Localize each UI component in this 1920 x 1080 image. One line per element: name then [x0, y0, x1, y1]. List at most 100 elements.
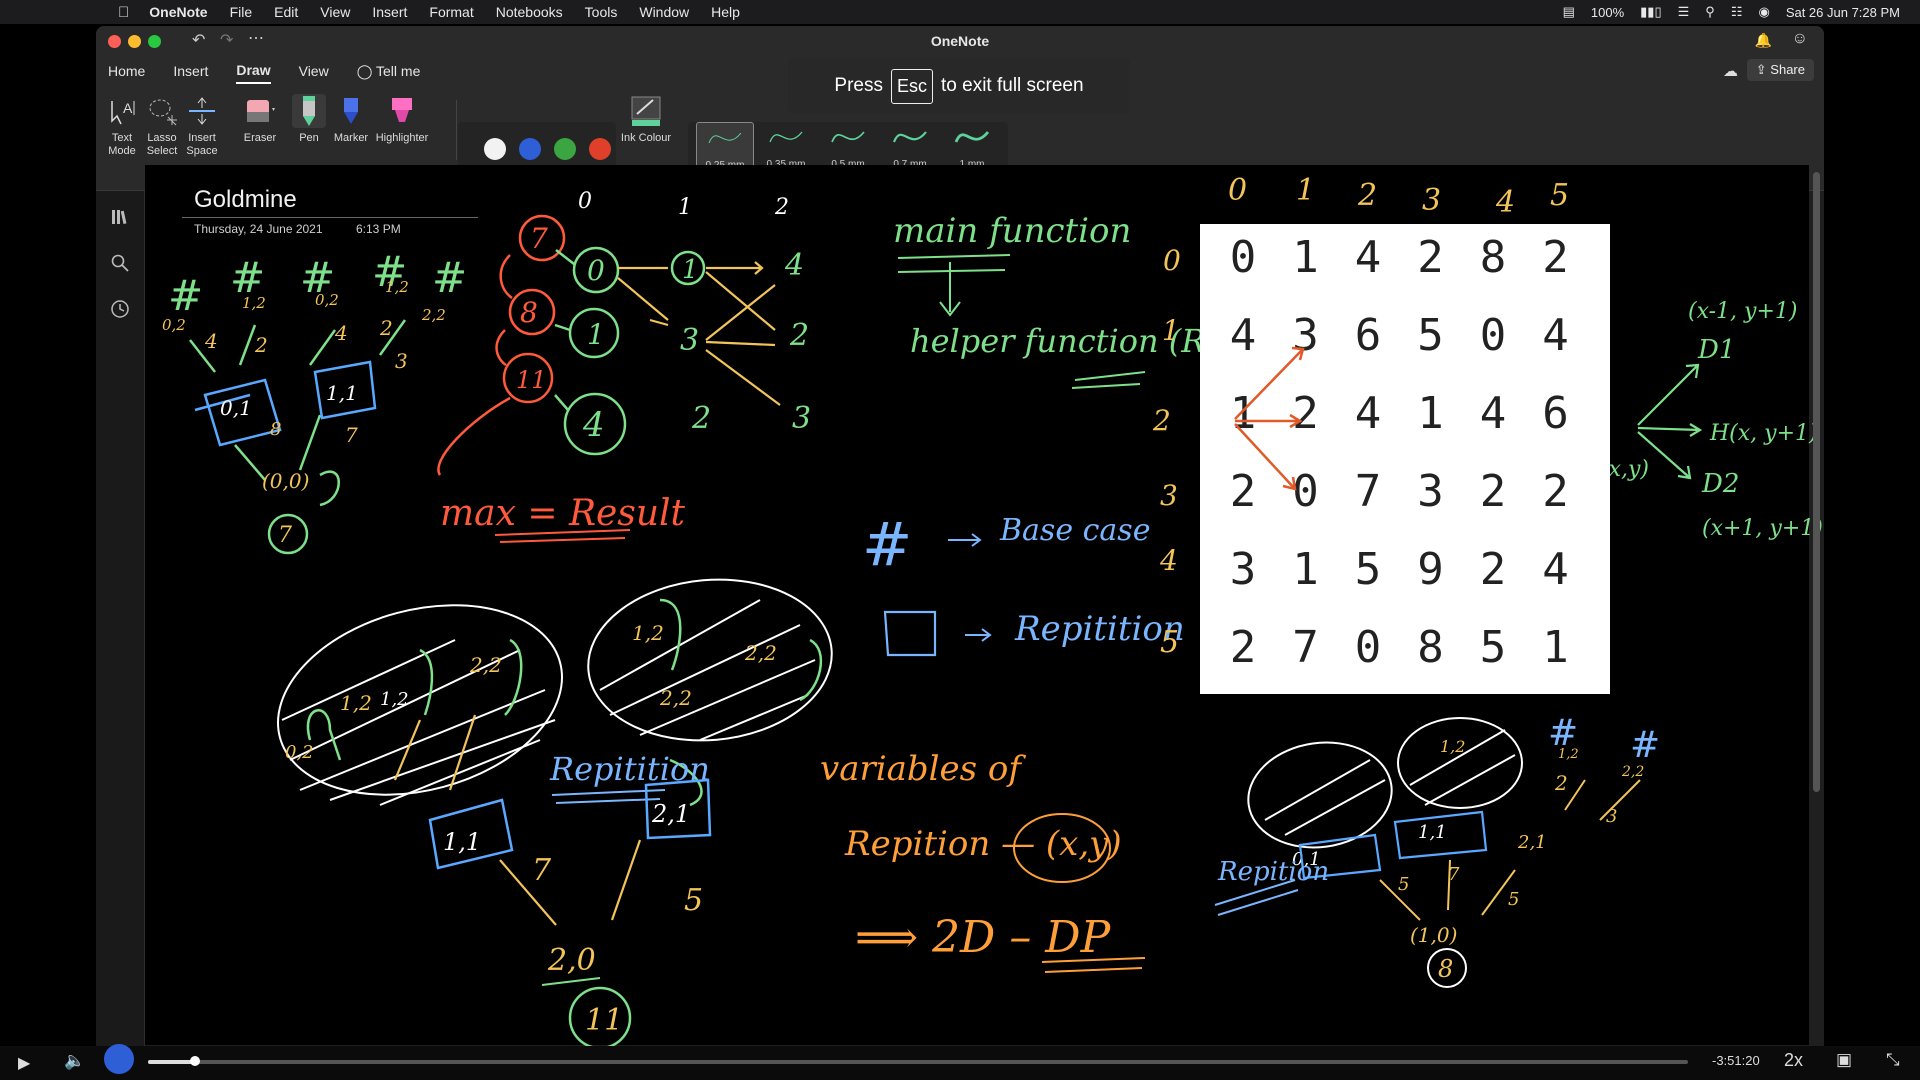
tree-right-value: 1 — [682, 255, 699, 285]
picture-in-picture-icon[interactable]: ▣ — [1836, 1050, 1852, 1070]
right-tree-number: 2 — [1554, 771, 1568, 795]
tree-number: 3 — [395, 349, 408, 373]
grid-ink-arrows — [1234, 346, 1305, 491]
two-d-dp-text: ⟹ 2D – DP — [855, 912, 1112, 963]
repetition-underline — [551, 789, 666, 804]
toast-exit-text: to exit full screen — [941, 75, 1084, 96]
seek-thumb[interactable] — [190, 1056, 200, 1066]
right-tree-number: 5 — [1508, 889, 1519, 910]
tree-leaf-label: 1,2 — [385, 278, 409, 296]
grid-row-header: 3 — [1160, 479, 1178, 512]
blob-right-label: 1,2 — [632, 621, 664, 645]
tree-number: 2 — [254, 333, 268, 357]
right-tree-label: 2,2 — [1621, 764, 1644, 780]
mini-col-header: 2 — [774, 195, 789, 220]
blob-left-label: 2,2 — [469, 653, 502, 677]
left-tree-root: (0,0) — [262, 469, 309, 493]
tree-leaf-label: 0,2 — [315, 291, 339, 309]
ink-layer: # # # # # 0,2 1,2 0,2 1,2 2,2 4 2 4 2 3 … — [162, 173, 1823, 1050]
tree-leaf-label: 2,2 — [421, 306, 446, 324]
presenter-avatar — [104, 1044, 134, 1074]
blob-right — [587, 578, 833, 742]
right-tree-root: (1,0) — [1410, 923, 1457, 947]
blob-left-label: 1,2 — [340, 691, 372, 715]
tree-box-label: 0,1 — [220, 396, 252, 420]
grid-row-header: 0 — [1163, 244, 1181, 277]
right-tree-label: 1,2 — [1558, 747, 1579, 762]
repetition-xy-text: Repition — (x,y) — [844, 824, 1122, 864]
tree-mid-value: 0 — [587, 254, 605, 287]
grid-col-header: 5 — [1550, 178, 1569, 213]
grid-col-header: 1 — [1296, 173, 1315, 208]
tree-leaf-label: 1,2 — [242, 294, 266, 312]
tree-number: 2 — [379, 316, 393, 340]
mini-col-header: 0 — [578, 189, 592, 214]
hash-legend-symbol: # — [862, 510, 912, 580]
tree-number: 4 — [334, 321, 348, 345]
hash-mark: # — [432, 253, 467, 302]
blob-right-label: 2,2 — [659, 686, 692, 710]
fullscreen-exit-toast: Press Esc to exit full screen — [788, 58, 1130, 114]
blob-left — [277, 604, 563, 806]
playback-speed-button[interactable]: 2x — [1784, 1050, 1803, 1071]
grid-row-header: 1 — [1162, 314, 1180, 347]
right-tree-label: 1,1 — [1418, 822, 1447, 843]
seek-bar[interactable] — [148, 1060, 1688, 1064]
mid-number: 7 — [532, 853, 552, 888]
tree-number: 4 — [204, 329, 218, 353]
right-tree-number: 5 — [1398, 874, 1409, 895]
right-tree-label: 2,1 — [1517, 832, 1547, 853]
mini-col-header: 1 — [678, 195, 692, 220]
right-tree-result: 8 — [1438, 955, 1453, 983]
grid-col-header: 4 — [1495, 185, 1515, 220]
time-remaining: -3:51:20 — [1712, 1053, 1760, 1068]
grid-col-header: 3 — [1422, 183, 1441, 218]
main-to-helper-arrow — [897, 254, 1011, 317]
tree-top-value: 7 — [530, 222, 548, 255]
vertical-scrollbar[interactable] — [1813, 172, 1820, 792]
hash-mark: # — [168, 271, 203, 320]
exit-fullscreen-icon[interactable]: ⤡ — [1886, 1050, 1900, 1070]
tree-right-value: 4 — [784, 248, 804, 283]
right-tree-label: 1,2 — [1440, 737, 1465, 756]
tree-right-value: 3 — [680, 323, 699, 358]
volume-icon[interactable]: 🔈 — [64, 1051, 85, 1071]
blob-right-label: 2,2 — [744, 641, 777, 665]
esc-key-badge: Esc — [890, 68, 933, 104]
left-tree-strokes — [189, 319, 407, 555]
play-icon[interactable]: ▶ — [18, 1053, 30, 1073]
grid-row-header: 5 — [1160, 625, 1179, 660]
blob-left-label: 0,2 — [285, 742, 314, 763]
toast-press-text: Press — [834, 75, 883, 96]
tree-leaf-label: 0,2 — [162, 316, 186, 334]
hash-mark: # — [1630, 725, 1660, 766]
direction-label: (x+1, y+1) — [1702, 516, 1823, 541]
blob-left-label: 1,2 — [380, 689, 409, 710]
right-blobs — [1247, 717, 1523, 849]
right-repetition-label: Repition — [1217, 857, 1329, 887]
main-function-text: main function — [893, 211, 1131, 251]
direction-label: (x-1, y+1) — [1688, 299, 1797, 324]
helper-underline — [1071, 371, 1146, 389]
seek-progress — [148, 1060, 193, 1064]
grid-col-header: 0 — [1228, 173, 1247, 208]
repetition-box-symbol — [883, 610, 937, 657]
grid-col-header: 2 — [1357, 178, 1377, 213]
grid-row-header: 2 — [1152, 404, 1171, 437]
legend-arrow — [965, 628, 992, 642]
bottom-result: 11 — [585, 1003, 623, 1038]
variables-of-text: variables of — [820, 749, 1026, 789]
mid-box-label: 1,1 — [443, 828, 481, 856]
tree-right-value: 2 — [691, 401, 711, 436]
tree-top-value: 11 — [516, 366, 547, 394]
tree-mid-value: 1 — [587, 318, 605, 351]
grid-row-header: 4 — [1159, 544, 1178, 577]
tree-right-value: 3 — [792, 401, 811, 436]
bottom-root-label: 2,0 — [547, 943, 596, 978]
tree-mid-value: 4 — [582, 405, 605, 445]
base-case-text: Base case — [999, 513, 1150, 548]
tree-right-value: 2 — [789, 318, 809, 353]
tree-box-label: 1,1 — [326, 381, 358, 405]
direction-label: H(x, y+1) — [1709, 421, 1818, 446]
tree-number: 7 — [345, 423, 358, 447]
